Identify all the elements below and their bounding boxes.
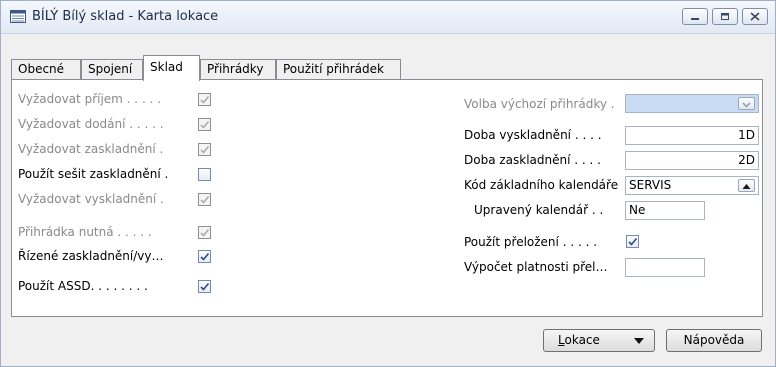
lookup-arrow-icon (742, 184, 751, 189)
checkmark-icon (200, 229, 210, 237)
default-bin-dropdown-button (738, 97, 755, 110)
checkmark-icon (200, 146, 210, 154)
checkmark-icon (200, 282, 210, 291)
require-shipment-label: Vyžadovat dodání . . . . . (18, 117, 164, 131)
form-icon (10, 10, 26, 23)
require-receive-label: Vyžadovat příjem . . . . . (18, 92, 162, 106)
directed-putaway-pick-label: Řízené zaskladnění/vy… (18, 249, 164, 263)
require-putaway-label: Vyžadovat zaskladnění . (18, 142, 164, 156)
use-putaway-worksheet-checkbox[interactable] (198, 168, 211, 181)
checkmark-icon (200, 252, 210, 261)
use-cross-docking-label: Použít přeložení . . . . . (464, 235, 598, 249)
title-bar[interactable]: BÍLÝ Bílý sklad - Karta lokace (1, 1, 775, 34)
outbound-handling-time-label: Doba vyskladnění . . . . (464, 128, 602, 142)
default-bin-selection-label: Volba výchozí přihrádky . (464, 97, 615, 111)
minimize-icon (691, 18, 699, 20)
use-adcs-checkbox[interactable] (198, 280, 211, 293)
require-receive-checkbox (198, 93, 211, 106)
base-calendar-lookup-button[interactable] (738, 179, 755, 192)
tab-bin-policies[interactable]: Použití přihrádek (276, 59, 401, 79)
cross-dock-due-date-calc-label: Výpočet platnosti přel… (464, 260, 608, 274)
checkmark-icon (200, 121, 210, 129)
warehouse-tab-panel: Vyžadovat příjem . . . . . Vyžadovat dod… (11, 79, 763, 317)
use-adcs-label: Použít ASSD. . . . . . . . (18, 279, 148, 293)
caret-down-icon (634, 338, 644, 344)
inbound-handling-time-label: Doba zaskladnění . . . . (464, 153, 601, 167)
inbound-handling-time-field[interactable]: 2D (625, 151, 759, 170)
cross-dock-due-date-calc-field[interactable] (625, 258, 705, 277)
require-pick-label: Vyžadovat vyskladnění . (18, 192, 164, 206)
tab-communication[interactable]: Spojení (81, 59, 143, 79)
customized-calendar-label: Upravený kalendář . . (474, 203, 604, 217)
maximize-icon (721, 13, 729, 20)
window-title: BÍLÝ Bílý sklad - Karta lokace (32, 9, 219, 24)
form-client-area: Obecné Spojení Sklad Přihrádky Použití p… (7, 41, 769, 359)
help-button[interactable]: Nápověda (666, 329, 762, 352)
require-pick-checkbox (198, 193, 211, 206)
outbound-handling-time-field[interactable]: 1D (625, 126, 759, 145)
location-button-label: okace (564, 333, 600, 347)
use-cross-docking-checkbox[interactable] (626, 235, 639, 248)
close-icon (750, 12, 760, 21)
default-bin-selection-field (625, 94, 759, 113)
location-menu-button[interactable]: Lokace (543, 329, 655, 352)
location-card-window: BÍLÝ Bílý sklad - Karta lokace Obecné Sp… (0, 0, 776, 367)
minimize-button[interactable] (682, 8, 708, 25)
base-calendar-code-field[interactable]: SERVIS (625, 176, 759, 195)
require-putaway-checkbox (198, 143, 211, 156)
tab-warehouse[interactable]: Sklad (143, 55, 200, 81)
base-calendar-code-value: SERVIS (629, 178, 672, 192)
require-shipment-checkbox (198, 118, 211, 131)
chevron-down-icon (742, 102, 751, 108)
base-calendar-code-label: Kód základního kalendáře (464, 178, 619, 192)
tab-bins[interactable]: Přihrádky (200, 59, 276, 79)
tab-general[interactable]: Obecné (11, 59, 81, 79)
checkmark-icon (628, 237, 638, 246)
checkmark-icon (200, 96, 210, 104)
directed-putaway-pick-checkbox[interactable] (198, 250, 211, 263)
bin-mandatory-label: Přihrádka nutná . . . . . (18, 225, 152, 239)
maximize-button[interactable] (712, 8, 738, 25)
use-putaway-worksheet-label: Použít sešit zaskladnění . (18, 167, 169, 181)
close-button[interactable] (742, 8, 768, 25)
checkmark-icon (200, 196, 210, 204)
bin-mandatory-checkbox (198, 226, 211, 239)
customized-calendar-field[interactable]: Ne (625, 201, 705, 220)
